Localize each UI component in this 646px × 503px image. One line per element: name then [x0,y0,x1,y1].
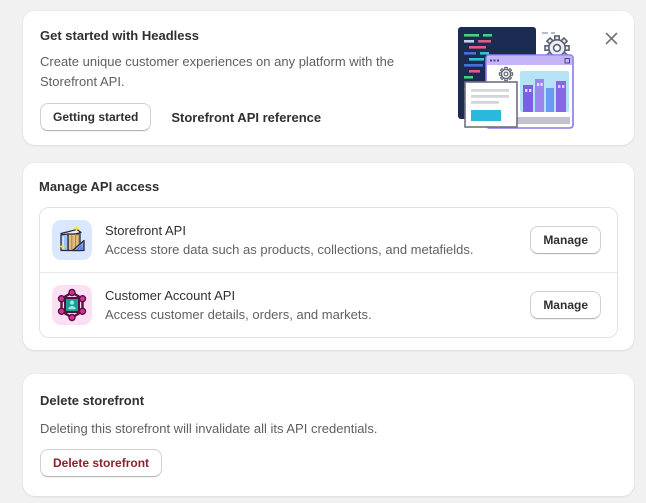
headless-settings-page: Get started with Headless Create unique … [0,0,646,503]
headless-illustration [456,25,578,133]
manage-customer-account-api-button[interactable]: Manage [530,291,601,319]
storefront-api-icon [52,220,92,260]
get-started-card: Get started with Headless Create unique … [23,11,634,145]
small-gear-icon [499,67,512,80]
manage-storefront-api-button[interactable]: Manage [530,226,601,254]
storefront-api-text: Storefront API Access store data such as… [105,222,517,258]
delete-storefront-button[interactable]: Delete storefront [40,449,162,477]
cityscape-graphic [520,71,569,112]
delete-storefront-heading: Delete storefront [40,393,614,408]
get-started-description: Create unique customer experiences on an… [40,52,445,92]
content-card-graphic [465,82,517,127]
storefront-api-row: Storefront API Access store data such as… [40,208,617,272]
delete-storefront-card: Delete storefront Deleting this storefro… [23,374,634,496]
manage-api-access-heading: Manage API access [39,179,618,194]
customer-account-api-description: Access customer details, orders, and mar… [105,307,517,323]
getting-started-button[interactable]: Getting started [40,103,151,131]
api-list: Storefront API Access store data such as… [39,207,618,338]
storefront-api-reference-link[interactable]: Storefront API reference [171,110,321,125]
storefront-api-title: Storefront API [105,222,517,239]
customer-account-api-row: Customer Account API Access customer det… [40,272,617,337]
code-editor-browser-graphic [456,25,578,133]
customer-account-api-title: Customer Account API [105,287,517,304]
manage-api-access-card: Manage API access [23,163,634,350]
customer-account-api-icon [52,285,92,325]
close-icon[interactable] [602,29,620,47]
customer-account-api-text: Customer Account API Access customer det… [105,287,517,323]
storefront-api-description: Access store data such as products, coll… [105,242,517,258]
delete-storefront-description: Deleting this storefront will invalidate… [40,421,614,437]
